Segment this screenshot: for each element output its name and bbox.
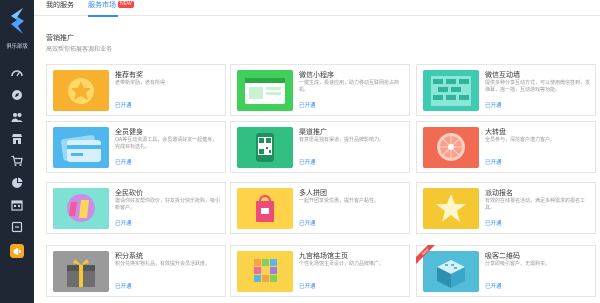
card-attract-qrcode[interactable]: New 吸客二维码 分享即吸引客户，无需购买。 已开通 xyxy=(416,245,596,297)
app-icon xyxy=(11,221,23,233)
calendar-icon xyxy=(11,200,23,211)
star-icon xyxy=(436,194,466,222)
sidebar-item-people[interactable] xyxy=(0,106,34,128)
card-link[interactable]: 已开通 xyxy=(299,101,316,109)
new-badge: NEW xyxy=(118,1,134,8)
card-link[interactable]: 已开通 xyxy=(299,219,316,227)
sidebar-item-cart[interactable] xyxy=(0,150,34,172)
card-link[interactable]: 已开通 xyxy=(485,219,502,227)
grid-thumb xyxy=(237,251,293,292)
card-big-wheel[interactable]: 大转盘 全员参与，深挖客户潜力客户。 已开通 xyxy=(416,121,596,173)
card-link[interactable]: 已开通 xyxy=(485,101,502,109)
fitness-thumb xyxy=(53,127,109,168)
card-grid-venue-homepage[interactable]: 九宫格场馆主页 个性化场馆主页设计，助力品牌推广。 已开通 xyxy=(230,245,410,297)
dashboard-icon xyxy=(11,70,23,77)
card-link[interactable]: 已开通 xyxy=(115,101,132,109)
new-ribbon: New xyxy=(416,245,436,265)
sidebar-item-shop[interactable] xyxy=(0,128,34,150)
card-group-buy[interactable]: 多人拼团 一起开团享受优惠，提升客户黏性。 已开通 xyxy=(230,182,410,234)
card-channel-promotion[interactable]: 渠道推广 有意愿是独有渠道，提升品牌影响力。 已开通 xyxy=(230,121,410,173)
sidebar-item-compass[interactable] xyxy=(0,84,34,106)
qrcode-icon xyxy=(256,133,274,162)
tab-service-market[interactable]: 服务市场 NEW xyxy=(88,0,134,17)
tab-my-services[interactable]: 我的服务 xyxy=(46,0,74,16)
bargain-icon xyxy=(53,188,109,229)
card-link[interactable]: 已开通 xyxy=(299,282,316,290)
shop-icon xyxy=(12,134,22,144)
card-link[interactable]: 已开通 xyxy=(115,219,132,227)
card-link[interactable]: 已开通 xyxy=(115,158,132,166)
grid-icon xyxy=(254,259,277,282)
reward-thumb xyxy=(53,70,109,111)
marketing-icon xyxy=(13,247,21,255)
wall-icon xyxy=(431,76,471,106)
mini-program-thumb xyxy=(237,70,293,111)
channel-thumb xyxy=(237,127,293,168)
card-wechat-mini-program[interactable]: 微信小程序 一键生成，极速应用，助力移动互联网抢占商机。 已开通 xyxy=(230,64,410,116)
card-all-fitness[interactable]: 全员健身 OA等互动资源工具，会员邀请好友一起健身，完成目标送礼。 已开通 xyxy=(46,121,226,173)
card-points-system[interactable]: 积分系统 积分兑换实物礼品，有效提升会员活跃度。 已开通 xyxy=(46,245,226,297)
sidebar-title: 俱乐部版 xyxy=(6,44,28,50)
wall-thumb xyxy=(423,70,479,111)
sidebar-item-calendar[interactable] xyxy=(0,194,34,216)
sidebar-item-stats[interactable] xyxy=(0,172,34,194)
cart-icon xyxy=(11,155,23,166)
compass-icon xyxy=(12,90,22,100)
section-title: 营销推广 xyxy=(46,35,74,42)
points-thumb xyxy=(53,251,109,292)
wheel-icon xyxy=(437,133,465,161)
sidebar-item-app[interactable] xyxy=(0,216,34,238)
card-bargain[interactable]: 全民砍价 邀请你好友帮你砍价，好友拆分快乐抢购，吸引新客户。 已开通 xyxy=(46,182,226,234)
sidebar: 俱乐部版 xyxy=(0,0,34,303)
card-wechat-wall[interactable]: 微信互动墙 提供多种分享互动方式，可以使用微信签到，发弹幕，摇一摇，互动游戏等功… xyxy=(416,64,596,116)
tab-bar: 我的服务 服务市场 NEW xyxy=(34,0,600,17)
sidebar-item-dashboard[interactable] xyxy=(0,62,34,84)
pie-chart-icon xyxy=(12,177,23,188)
logo-icon[interactable] xyxy=(4,6,30,36)
gift-icon xyxy=(67,259,95,287)
reward-icon xyxy=(68,78,94,104)
card-link[interactable]: 已开通 xyxy=(299,158,316,166)
group-buy-thumb xyxy=(237,188,293,229)
sidebar-item-marketing[interactable] xyxy=(0,240,34,262)
event-thumb xyxy=(423,188,479,229)
card-event-signup[interactable]: 派动报名 有效的在线报名活动，满足多种需求的报名工具。 已开通 xyxy=(416,182,596,234)
card-icon xyxy=(61,135,101,162)
card-link[interactable]: 已开通 xyxy=(115,282,132,290)
mini-program-icon xyxy=(245,78,285,104)
card-recommend-reward[interactable]: 推荐有奖 老带新奖励，老有所得 已开通 xyxy=(46,64,226,116)
group-buy-icon xyxy=(256,195,274,222)
card-link[interactable]: 已开通 xyxy=(485,158,502,166)
people-icon xyxy=(11,113,23,122)
card-link[interactable]: 已开通 xyxy=(485,282,502,290)
section-subtitle: 高效帮你拓展客源和业务 xyxy=(46,47,113,53)
wheel-thumb xyxy=(423,127,479,168)
bargain-thumb xyxy=(53,188,109,229)
